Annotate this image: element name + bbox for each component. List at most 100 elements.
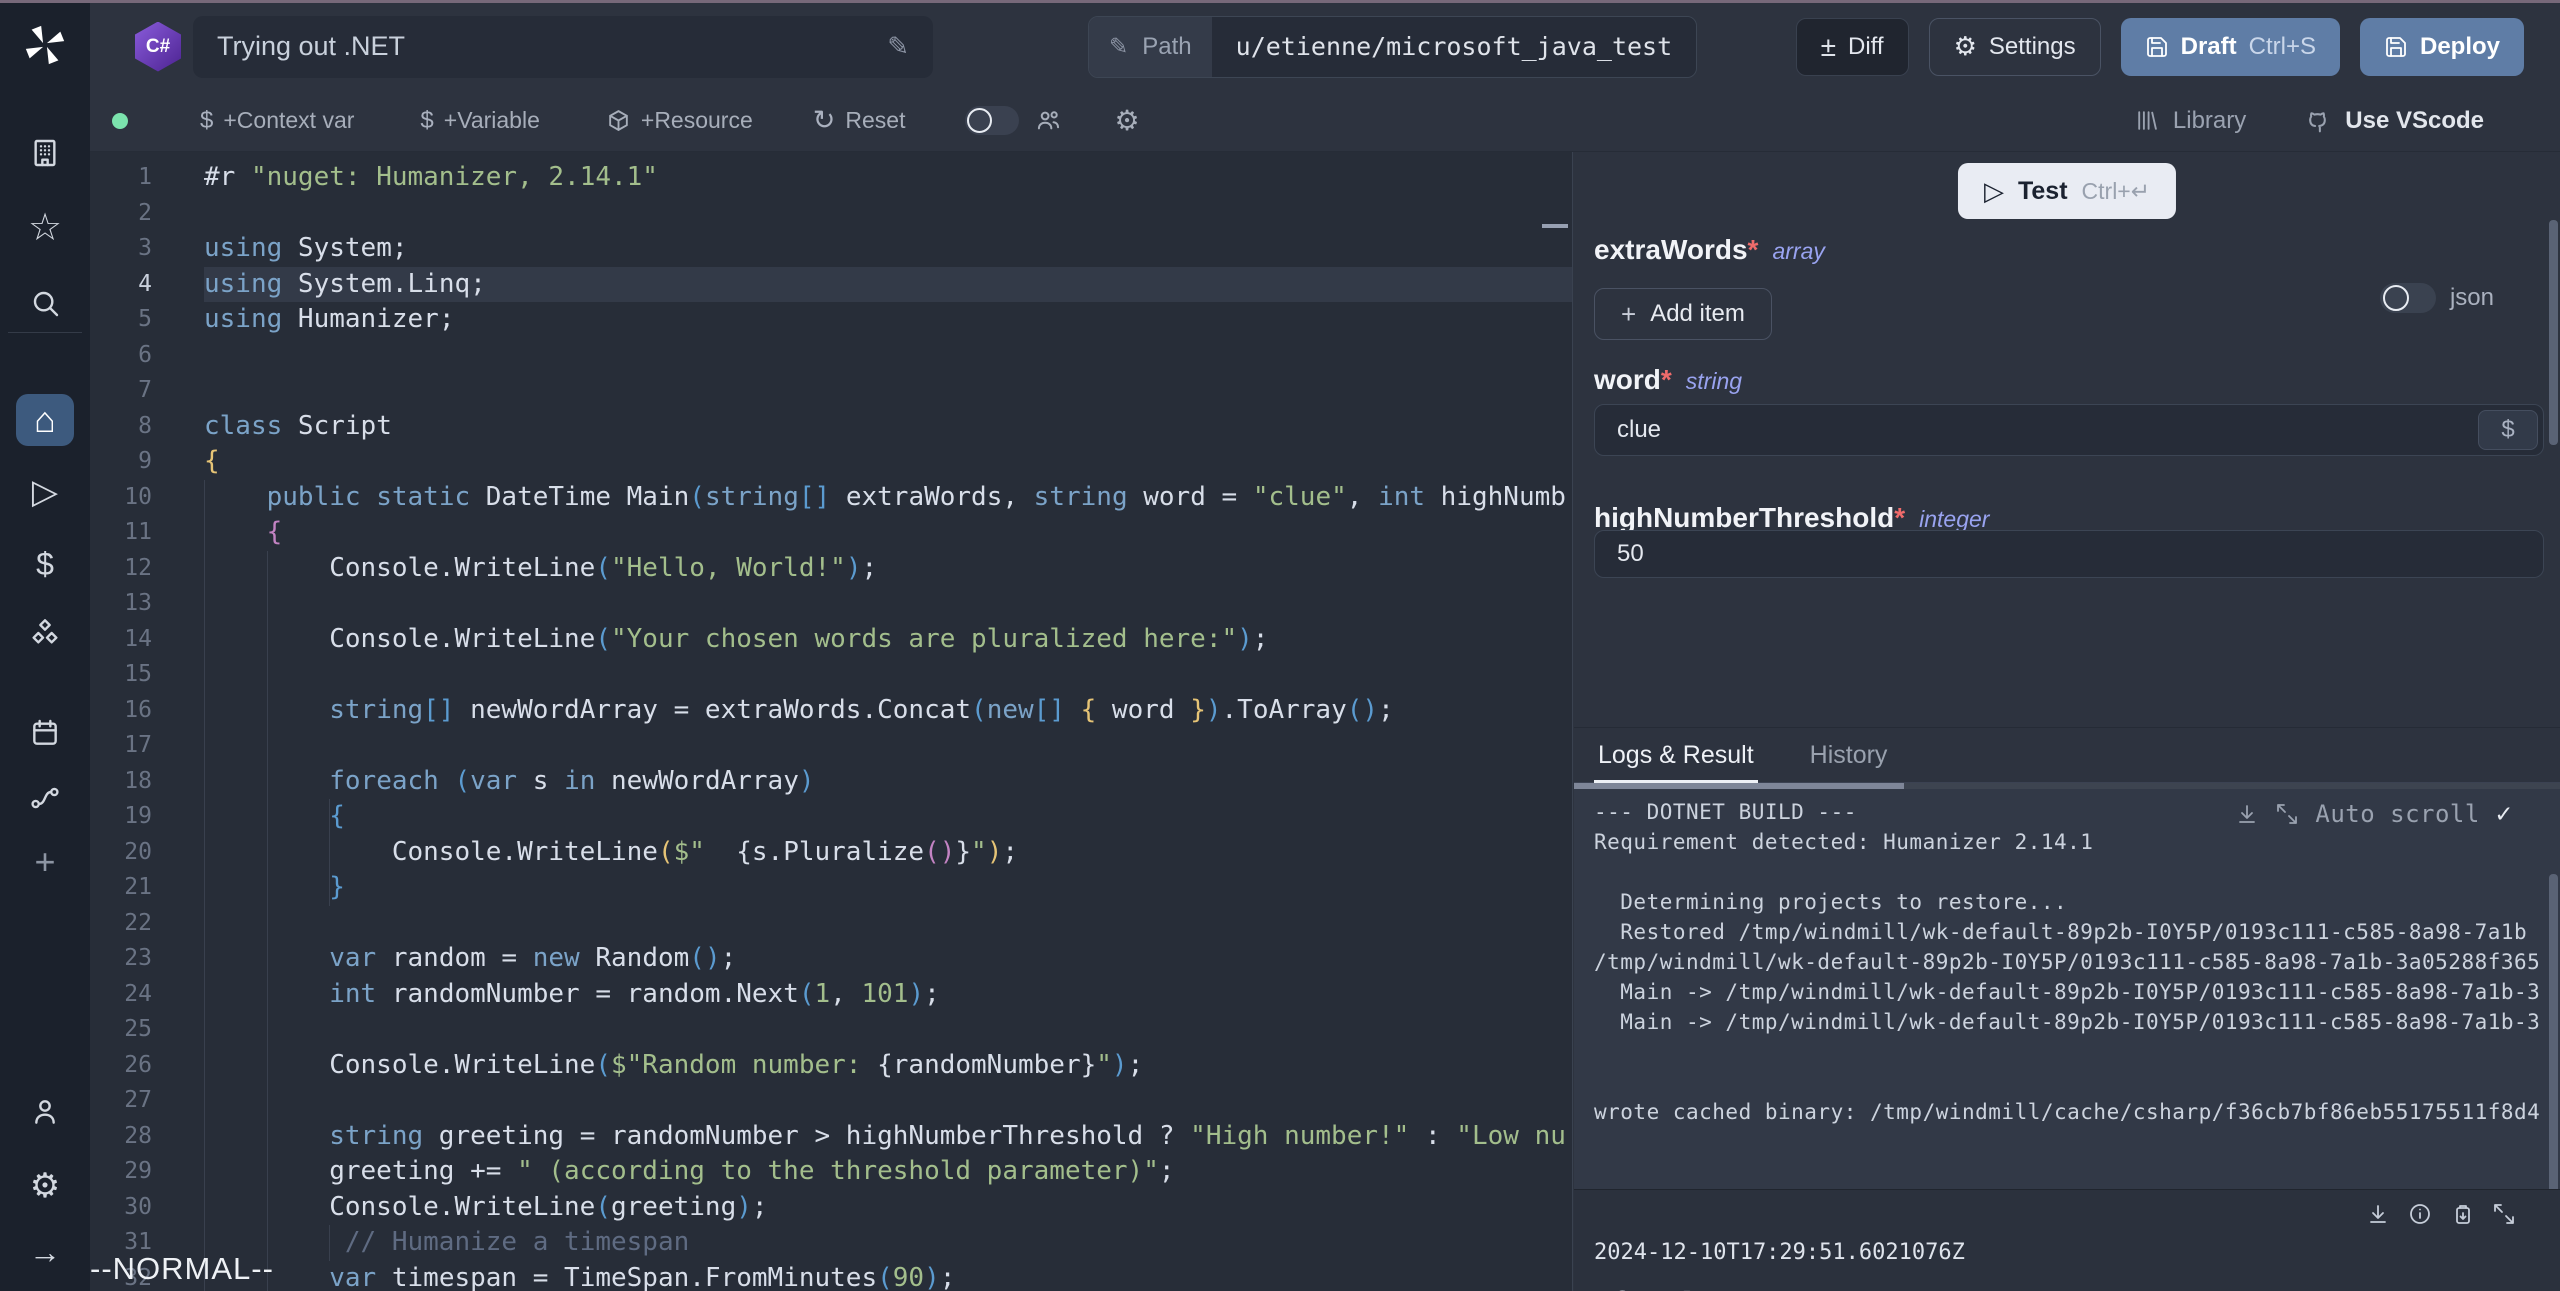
variables-dollar-icon[interactable]: $: [36, 548, 54, 580]
code-line: 17: [90, 728, 1572, 764]
code-line: 20 Console.WriteLine($" {s.Pluralize()}"…: [90, 835, 1572, 871]
download-result-icon[interactable]: [2366, 1202, 2390, 1226]
library-button[interactable]: Library: [2134, 107, 2246, 135]
test-button[interactable]: ▷ Test Ctrl+↵: [1958, 163, 2176, 219]
reset-button[interactable]: ↻ Reset: [813, 107, 906, 134]
code-text: using Humanizer;: [204, 302, 1572, 338]
test-shortcut: Ctrl+↵: [2082, 178, 2150, 205]
word-input[interactable]: clue $: [1594, 404, 2544, 456]
windmill-logo-icon[interactable]: [22, 22, 68, 68]
log-vertical-scrollbar[interactable]: [2549, 874, 2558, 1209]
threshold-input-value: 50: [1617, 540, 1644, 568]
search-icon[interactable]: [29, 287, 61, 319]
add-context-var-button[interactable]: $ +Context var: [200, 107, 354, 134]
log-line: Main -> /tmp/windmill/wk-default-89p2b-I…: [1594, 977, 2560, 1007]
line-number: 3: [90, 231, 152, 267]
editor-settings-gear-icon[interactable]: ⚙: [1114, 104, 1139, 137]
script-title-box[interactable]: Trying out .NET ✎: [193, 16, 933, 78]
resources-boxes-icon[interactable]: [29, 617, 61, 649]
download-logs-icon[interactable]: [2235, 802, 2259, 826]
edit-path-pencil-icon[interactable]: ✎: [1109, 33, 1128, 60]
line-number: 26: [90, 1048, 152, 1084]
code-line: 4using System.Linq;: [90, 267, 1572, 303]
deploy-button[interactable]: Deploy: [2360, 18, 2524, 76]
line-number: 22: [90, 906, 152, 942]
expand-logs-icon[interactable]: [2275, 802, 2299, 826]
runs-play-icon[interactable]: ▷: [32, 475, 58, 509]
add-plus-icon[interactable]: +: [34, 844, 55, 880]
draft-button[interactable]: Draft Ctrl+S: [2121, 18, 2340, 76]
line-number: 24: [90, 977, 152, 1013]
code-text: foreach (var s in newWordArray): [204, 764, 1572, 800]
code-line: 7: [90, 373, 1572, 409]
line-number: 20: [90, 835, 152, 871]
copy-result-clipboard-icon[interactable]: [2450, 1202, 2474, 1226]
code-text: {: [204, 444, 1572, 480]
required-mark: *: [1661, 364, 1672, 395]
diff-button[interactable]: ± Diff: [1796, 18, 1909, 76]
header: C# Trying out .NET ✎ ✎ Path u/etienne/mi…: [90, 3, 2560, 90]
form-scrollbar[interactable]: [2549, 220, 2558, 445]
use-vscode-button[interactable]: Use VScode: [2304, 107, 2484, 135]
code-line: 13: [90, 586, 1572, 622]
line-number: 11: [90, 515, 152, 551]
expand-arrow-icon[interactable]: →: [29, 1236, 61, 1268]
workspace-building-icon[interactable]: [29, 137, 61, 169]
sidebar-item-home[interactable]: ⌂: [16, 394, 74, 446]
json-toggle[interactable]: [2380, 283, 2436, 313]
edit-title-pencil-icon[interactable]: ✎: [887, 31, 909, 62]
json-toggle-row: json: [2380, 283, 2494, 313]
code-line: 31 // Humanize a timespan: [90, 1225, 1572, 1261]
code-line: 19 {: [90, 799, 1572, 835]
auto-scroll-label: Auto scroll: [2315, 799, 2479, 829]
code-lines: 1#r "nuget: Humanizer, 2.14.1"23using Sy…: [90, 152, 1572, 1291]
window-top-edge: [0, 0, 2560, 3]
threshold-input[interactable]: 50: [1594, 530, 2544, 578]
code-line: 14 Console.WriteLine("Your chosen words …: [90, 622, 1572, 658]
settings-gear-icon[interactable]: ⚙: [30, 1169, 60, 1203]
code-text: var timespan = TimeSpan.FromMinutes(90);: [204, 1261, 1572, 1291]
code-line: 18 foreach (var s in newWordArray): [90, 764, 1572, 800]
favorites-star-icon[interactable]: ☆: [28, 209, 62, 247]
line-number: 1: [90, 160, 152, 196]
flows-route-icon[interactable]: [29, 782, 61, 814]
multiplayer-users-icon[interactable]: [1035, 107, 1062, 134]
line-number: 7: [90, 373, 152, 409]
script-title: Trying out .NET: [217, 31, 887, 62]
code-line: 6: [90, 338, 1572, 374]
path-box[interactable]: ✎ Path u/etienne/microsoft_java_test: [1088, 16, 1697, 78]
library-label: Library: [2173, 107, 2246, 135]
dollar-icon: $: [420, 109, 433, 133]
vscode-label: Use VScode: [2345, 107, 2484, 135]
code-text: [204, 586, 1572, 622]
settings-button[interactable]: ⚙ Settings: [1929, 18, 2101, 76]
code-text: }: [204, 870, 1572, 906]
arg-name: highNumberThreshold: [1594, 502, 1894, 533]
schedules-calendar-icon[interactable]: [29, 717, 61, 749]
expand-result-icon[interactable]: [2492, 1202, 2516, 1226]
log-line: /tmp/windmill/wk-default-89p2b-I0Y5P/019…: [1594, 947, 2560, 977]
code-text: greeting += " (according to the threshol…: [204, 1154, 1572, 1190]
add-item-button[interactable]: + Add item: [1594, 288, 1772, 340]
arg-type: string: [1686, 368, 1742, 395]
code-editor[interactable]: 1#r "nuget: Humanizer, 2.14.1"23using Sy…: [90, 152, 1573, 1291]
path-value: u/etienne/microsoft_java_test: [1212, 17, 1697, 77]
log-line: [1594, 1127, 2560, 1157]
variable-picker-button[interactable]: $: [2478, 410, 2538, 450]
tab-history[interactable]: History: [1806, 728, 1892, 782]
add-resource-button[interactable]: +Resource: [606, 107, 753, 134]
code-text: string greeting = randomNumber > highNum…: [204, 1119, 1572, 1155]
arg-name: word: [1594, 364, 1661, 395]
tab-logs-result[interactable]: Logs & Result: [1594, 728, 1758, 782]
diff-mode-toggle[interactable]: [965, 106, 1019, 135]
add-variable-button[interactable]: $ +Variable: [420, 107, 539, 134]
diff-plusminus-icon: ±: [1821, 31, 1836, 63]
check-icon[interactable]: ✓: [2496, 799, 2512, 829]
code-text: [204, 1012, 1572, 1048]
code-line: 12 Console.WriteLine("Hello, World!");: [90, 551, 1572, 587]
line-number: 18: [90, 764, 152, 800]
info-icon[interactable]: [2408, 1202, 2432, 1226]
line-number: 23: [90, 941, 152, 977]
account-user-icon[interactable]: [29, 1096, 61, 1128]
copy-button[interactable]: Copy: [1614, 1286, 1697, 1291]
